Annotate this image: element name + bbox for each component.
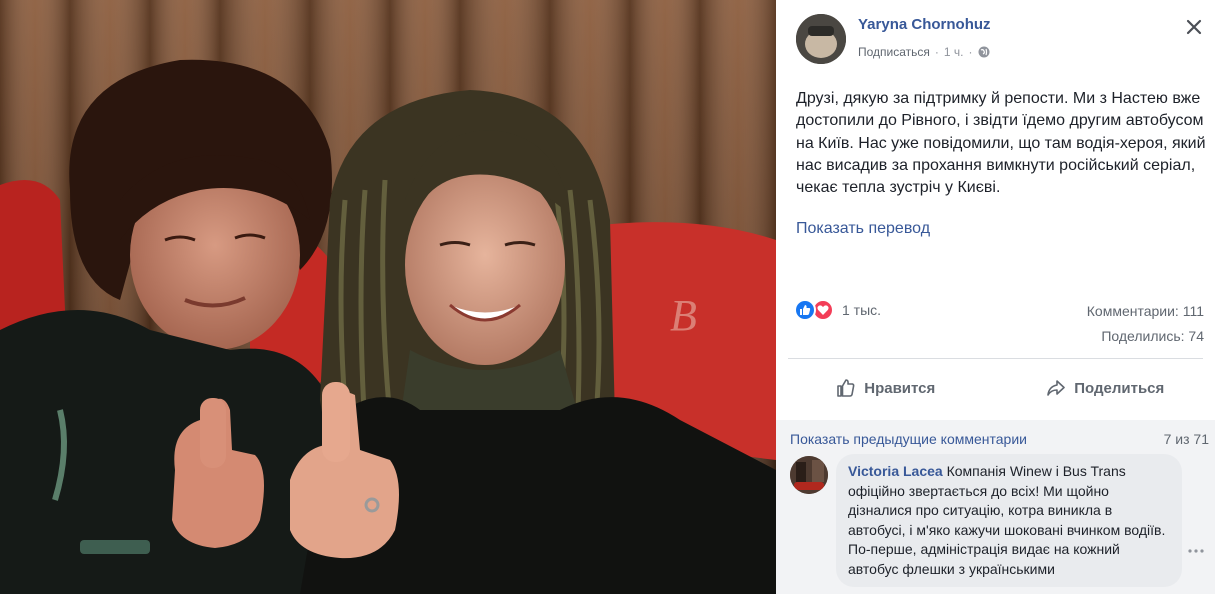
thumbs-up-icon (837, 379, 855, 397)
svg-text:B: B (670, 291, 697, 340)
more-options-icon[interactable] (1188, 542, 1204, 553)
reactions-summary[interactable]: 1 тыс. (794, 299, 881, 321)
show-translation-link[interactable]: Показать перевод (796, 220, 930, 238)
like-button[interactable]: Нравится (776, 364, 996, 412)
author-name[interactable]: Yaryna Chornohuz (858, 16, 991, 33)
like-label: Нравится (864, 379, 936, 397)
post-panel: Yaryna Chornohuz Подписаться · 1 ч. · Др… (776, 0, 1215, 594)
globe-icon (978, 46, 990, 58)
close-icon[interactable] (1183, 16, 1205, 38)
follow-link[interactable]: Подписаться (858, 45, 930, 59)
like-reaction-icon (794, 299, 816, 321)
share-button[interactable]: Поделиться (996, 364, 1215, 412)
post-meta: Подписаться · 1 ч. · (858, 45, 990, 59)
photo-image: B (0, 0, 776, 594)
share-arrow-icon (1047, 380, 1066, 396)
meta-separator: · (968, 45, 973, 59)
meta-separator: · (934, 45, 939, 59)
comment-author[interactable]: Victoria Lacea (848, 463, 943, 479)
comment-text: Компанія Winew і Bus Trans офіційно звер… (848, 463, 1166, 577)
post-text: Друзі, дякую за підтримку й репости. Ми … (796, 90, 1206, 197)
author-avatar[interactable] (796, 14, 846, 64)
shares-count[interactable]: Поделились: 74 (1101, 328, 1204, 344)
comments-section: Показать предыдущие комментарии 7 из 71 … (776, 420, 1215, 594)
divider (788, 358, 1203, 359)
share-label: Поделиться (1074, 379, 1165, 397)
comment-bubble: Victoria Lacea Компанія Winew і Bus Tran… (836, 454, 1182, 587)
reactions-count: 1 тыс. (842, 302, 882, 318)
comments-pager: 7 из 71 (1163, 431, 1209, 447)
post-header: Yaryna Chornohuz Подписаться · 1 ч. · (776, 0, 1215, 75)
show-previous-comments-link[interactable]: Показать предыдущие комментарии (790, 431, 1027, 447)
post-time[interactable]: 1 ч. (944, 45, 964, 59)
post-photo[interactable]: B (0, 0, 776, 594)
comments-count[interactable]: Комментарии: 111 (1087, 303, 1204, 319)
commenter-avatar[interactable] (790, 456, 828, 494)
post-stats: 1 тыс. Комментарии: 111 Поделились: 74 (776, 294, 1215, 346)
post-actions: Нравится Поделиться (776, 364, 1215, 412)
